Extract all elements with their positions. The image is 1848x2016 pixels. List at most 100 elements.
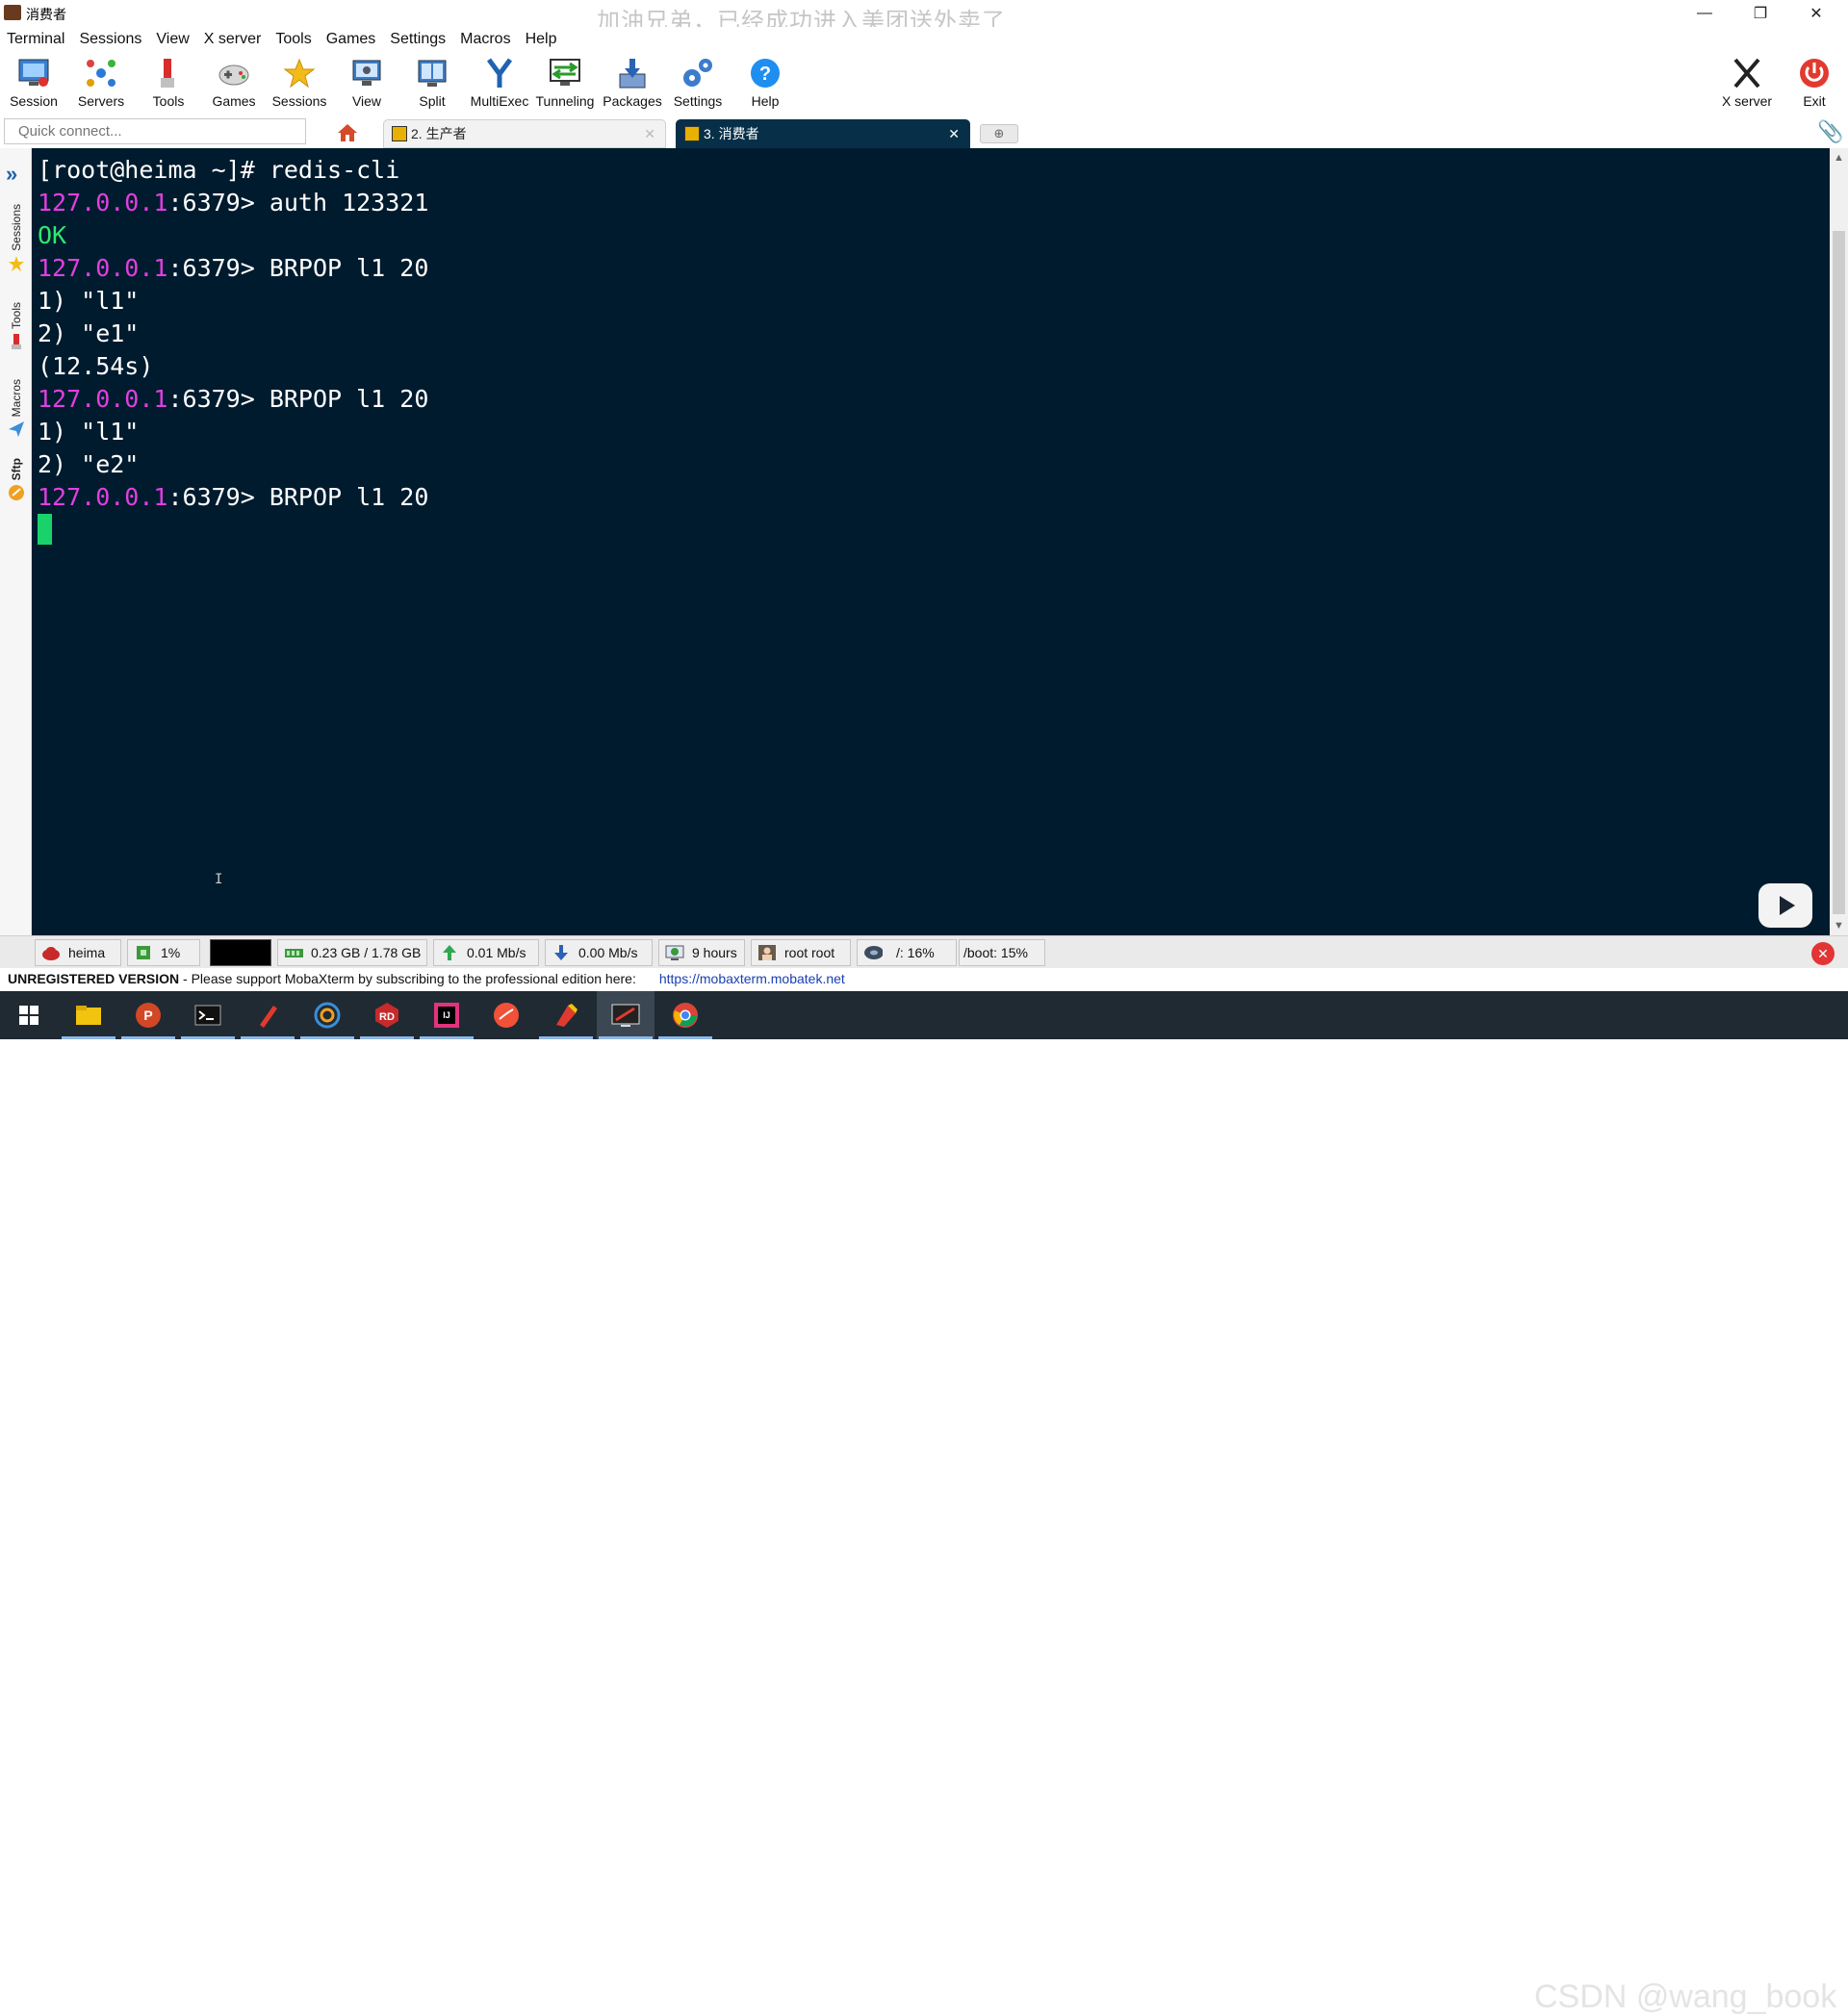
send-icon: [9, 421, 24, 438]
terminal-line: (12.54s): [38, 352, 154, 380]
menu-tools[interactable]: Tools: [269, 27, 319, 52]
terminal-area[interactable]: [root@heima ~]# redis-cli 127.0.0.1:6379…: [32, 148, 1830, 935]
menu-terminal[interactable]: Terminal: [0, 27, 72, 52]
text-cursor-icon: I: [215, 872, 223, 887]
swift-icon[interactable]: [477, 991, 535, 1039]
menu-settings[interactable]: Settings: [383, 27, 453, 52]
sidebar-tab-sftp[interactable]: Sftp: [4, 458, 29, 501]
svg-text:P: P: [143, 1008, 152, 1023]
xserver-button[interactable]: X server: [1713, 52, 1781, 114]
monitor-clock-icon: [665, 945, 684, 960]
mobatek-link[interactable]: https://mobaxterm.mobatek.net: [659, 971, 845, 986]
terminal-line: 127.0.0.1:6379> BRPOP l1 20: [38, 385, 429, 413]
split-icon: [413, 55, 451, 91]
tab-producer[interactable]: 2. 生产者 ✕: [383, 119, 666, 148]
paperclip-icon[interactable]: 📎: [1817, 119, 1843, 144]
close-tab-icon[interactable]: ✕: [644, 126, 655, 142]
exit-button[interactable]: Exit: [1781, 52, 1848, 114]
close-window-button[interactable]: ✕: [1788, 0, 1844, 27]
home-tab[interactable]: [325, 119, 370, 146]
status-bar: heima 1% 0.23 GB / 1.78 GB 0.01 Mb/s 0.0…: [0, 935, 1848, 968]
menu-bar: Terminal Sessions View X server Tools Ga…: [0, 27, 1848, 52]
windows-taskbar: P RD IJ CSDN @wang_book: [0, 991, 1848, 2015]
status-download: 0.00 Mb/s: [545, 939, 653, 966]
tools-icon: [12, 334, 21, 350]
settings-button[interactable]: Settings: [664, 52, 732, 114]
terminal-line: [root@heima ~]# redis-cli: [38, 156, 400, 184]
terminal-icon[interactable]: [179, 991, 237, 1039]
view-icon: [347, 55, 386, 91]
help-button[interactable]: ? Help: [732, 52, 799, 114]
menu-sessions[interactable]: Sessions: [72, 27, 149, 52]
split-button[interactable]: Split: [398, 52, 466, 114]
redis-desktop-icon[interactable]: RD: [358, 991, 416, 1039]
powerpoint-icon[interactable]: P: [119, 991, 177, 1039]
status-disk-root: /: 16%: [857, 939, 957, 966]
tools-icon: [149, 55, 188, 91]
sidebar-tab-sessions[interactable]: Sessions: [4, 204, 29, 272]
terminal-line: OK: [38, 221, 67, 249]
session-button[interactable]: Session: [0, 52, 67, 114]
menu-xserver[interactable]: X server: [197, 27, 270, 52]
windows-start-icon[interactable]: [0, 991, 58, 1039]
browser-icon[interactable]: [298, 991, 356, 1039]
servers-button[interactable]: Servers: [67, 52, 135, 114]
restore-button[interactable]: ❐: [1732, 0, 1788, 27]
csdn-watermark: CSDN @wang_book: [1534, 1978, 1837, 2015]
scroll-thumb[interactable]: [1833, 231, 1845, 914]
support-message: - Please support MobaXterm by subscribin…: [179, 971, 636, 986]
quick-connect-input[interactable]: [4, 118, 306, 144]
packages-icon: [613, 55, 652, 91]
power-icon: [1795, 55, 1834, 91]
paint-icon[interactable]: [537, 991, 595, 1039]
new-tab-button[interactable]: ⊕: [980, 124, 1018, 143]
sftp-icon: [9, 485, 24, 501]
left-sidebar: » Sessions Tools Macros Sftp: [0, 148, 32, 935]
tab-consumer[interactable]: 3. 消费者 ✕: [676, 119, 970, 148]
tab-row: 2. 生产者 ✕ 3. 消费者 ✕ ⊕ 📎: [0, 115, 1848, 148]
multiexec-button[interactable]: MultiExec: [466, 52, 533, 114]
scroll-down-icon[interactable]: ▼: [1830, 916, 1848, 935]
menu-help[interactable]: Help: [519, 27, 565, 52]
sidebar-tab-tools[interactable]: Tools: [4, 302, 29, 350]
sessions-button[interactable]: Sessions: [266, 52, 333, 114]
play-icon[interactable]: [1758, 883, 1812, 928]
scroll-up-icon[interactable]: ▲: [1830, 148, 1848, 167]
tab-label: 3. 消费者: [704, 126, 759, 141]
servers-icon: [82, 55, 120, 91]
status-upload: 0.01 Mb/s: [433, 939, 539, 966]
help-icon: ?: [746, 55, 784, 91]
mobaxterm-icon[interactable]: [597, 991, 654, 1039]
tools-button[interactable]: Tools: [135, 52, 202, 114]
status-cpu: 1%: [127, 939, 200, 966]
user-icon: [758, 945, 776, 960]
view-button[interactable]: View: [333, 52, 400, 114]
memory-icon: [285, 949, 303, 957]
status-disk-boot: /boot: 15%: [959, 939, 1045, 966]
status-uptime: 9 hours: [658, 939, 745, 966]
star-icon: [280, 55, 319, 91]
vertical-scrollbar[interactable]: ▲ ▼: [1830, 148, 1848, 935]
menu-view[interactable]: View: [149, 27, 196, 52]
expand-sidebar-icon[interactable]: »: [6, 162, 17, 187]
session-icon: [14, 55, 53, 91]
sidebar-tab-macros[interactable]: Macros: [4, 379, 29, 438]
menu-macros[interactable]: Macros: [453, 27, 518, 52]
file-explorer-icon[interactable]: [60, 991, 117, 1039]
pen-icon[interactable]: [239, 991, 296, 1039]
games-button[interactable]: Games: [200, 52, 268, 114]
terminal-line: 1) "l1": [38, 287, 140, 315]
close-session-icon[interactable]: ✕: [1811, 942, 1835, 965]
minimize-button[interactable]: —: [1677, 0, 1732, 27]
download-arrow-icon: [554, 945, 568, 960]
svg-text:IJ: IJ: [443, 1010, 450, 1020]
star-icon: [9, 255, 24, 271]
chrome-icon[interactable]: [656, 991, 714, 1039]
intellij-icon[interactable]: IJ: [418, 991, 475, 1039]
packages-button[interactable]: Packages: [599, 52, 666, 114]
menu-games[interactable]: Games: [320, 27, 384, 52]
svg-text:?: ?: [759, 64, 771, 85]
mobaxterm-app-icon: [4, 5, 21, 20]
close-tab-icon[interactable]: ✕: [948, 126, 960, 142]
tunneling-button[interactable]: Tunneling: [531, 52, 599, 114]
